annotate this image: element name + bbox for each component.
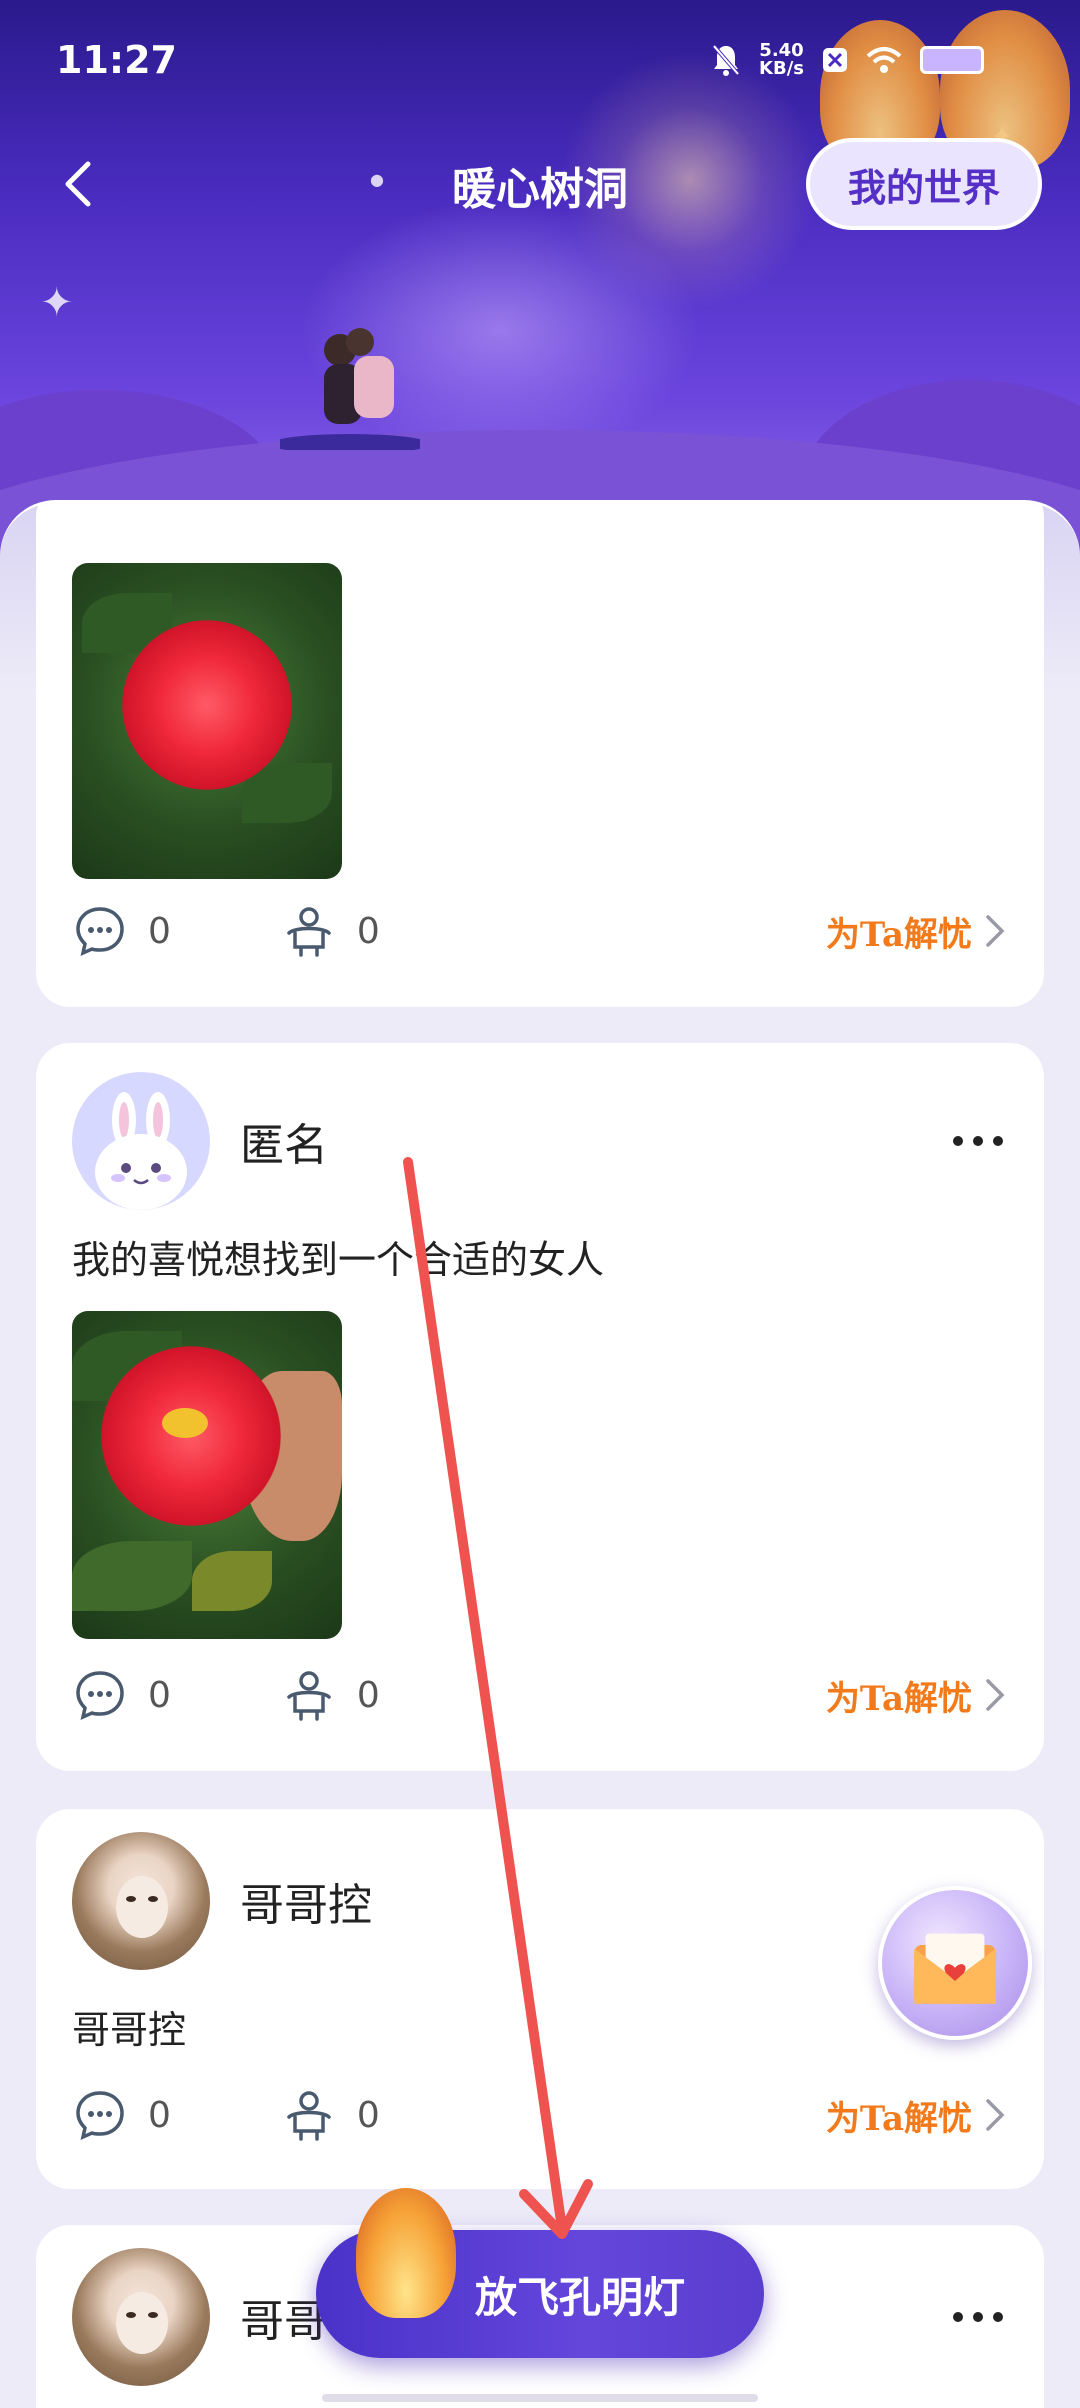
more-options-icon[interactable] [948,2307,1008,2327]
avatar[interactable] [72,1072,210,1210]
help-link[interactable]: 为Ta解忧 [826,2091,1008,2140]
username[interactable]: 哥哥控 [240,1869,372,1933]
post-card[interactable]: 0 0 为Ta解忧 [36,503,1044,1007]
envelope-icon [914,1933,996,2004]
post-image[interactable] [72,1311,342,1639]
comment-icon [76,1671,124,1721]
hug-icon [287,2091,331,2141]
avatar[interactable] [72,1832,210,1970]
hug-count: 0 [356,2094,380,2136]
letter-float-button[interactable] [878,1886,1032,2040]
help-label: 为Ta解忧 [825,2098,972,2139]
comment-stat[interactable]: 0 [72,903,171,959]
hug-stat[interactable]: 0 [281,1667,380,1723]
help-label: 为Ta解忧 [825,1678,972,1719]
post-header: 哥哥控 [72,1831,1008,1971]
username[interactable]: 哥哥 [240,2285,328,2349]
hug-count: 0 [356,910,380,952]
comment-stat[interactable]: 0 [72,1667,171,1723]
chevron-right-icon [986,915,1005,947]
avatar[interactable] [72,2248,210,2386]
help-link[interactable]: 为Ta解忧 [826,1671,1008,1720]
chevron-right-icon [986,2099,1005,2131]
comment-icon [76,2091,124,2141]
post-header: 匿名 [72,1071,1008,1211]
bunny-avatar-icon [95,1092,187,1210]
status-icons: 5.40 KB/s [711,42,984,78]
comment-icon [76,907,124,957]
hug-icon [287,907,331,957]
post-card[interactable]: 匿名 我的喜悦想找到一个合适的女人 0 0 为Ta解忧 [36,1043,1044,1771]
comment-count: 0 [148,910,171,952]
net-speed: 5.40 KB/s [759,42,804,78]
username[interactable]: 匿名 [240,1109,328,1173]
net-speed-unit: KB/s [759,58,804,79]
post-stats: 0 0 为Ta解忧 [72,901,1008,961]
wifi-icon [866,47,902,73]
hug-stat[interactable]: 0 [281,2087,380,2143]
help-label: 为Ta解忧 [825,914,972,955]
post-text[interactable]: 哥哥控 [72,1999,186,2054]
couple-illustration [280,328,420,450]
feed-panel[interactable]: 0 0 为Ta解忧 匿名 我的喜悦想找到一个合适的女人 0 0 为Ta解忧 哥哥… [0,500,1080,2408]
post-stats: 0 0 为Ta解忧 [72,2085,1008,2145]
help-link[interactable]: 为Ta解忧 [826,907,1008,956]
comment-count: 0 [148,1674,171,1716]
home-indicator[interactable] [322,2394,758,2402]
back-arrow-icon[interactable] [50,154,110,214]
chevron-right-icon [986,1679,1005,1711]
hug-count: 0 [356,1674,380,1716]
status-time: 11:27 [56,38,177,82]
status-bar: 11:27 5.40 KB/s [0,0,1080,120]
nav-bar: 暖心树洞 我的世界 [0,130,1080,240]
hug-stat[interactable]: 0 [281,903,380,959]
post-image[interactable] [72,563,342,879]
my-world-button[interactable]: 我的世界 [806,138,1042,230]
sim-x-icon [823,48,847,72]
lantern-icon [356,2188,456,2318]
sparkle-icon: ✦ [40,280,74,326]
mute-bell-icon [712,44,740,76]
hug-icon [287,1671,331,1721]
comment-stat[interactable]: 0 [72,2087,171,2143]
page-title: 暖心树洞 [452,164,628,215]
post-stats: 0 0 为Ta解忧 [72,1665,1008,1725]
post-text[interactable]: 我的喜悦想找到一个合适的女人 [72,1229,604,1284]
battery-icon [920,46,984,74]
more-options-icon[interactable] [948,1131,1008,1151]
comment-count: 0 [148,2094,171,2136]
